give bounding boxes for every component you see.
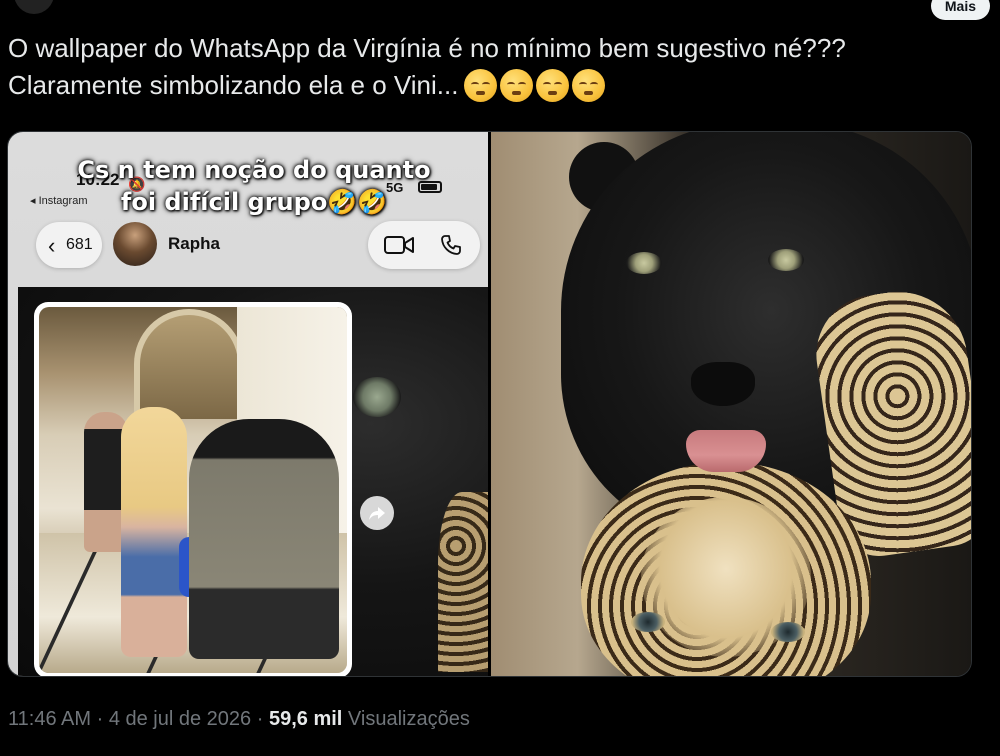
chevron-left-icon: ‹ [48,233,56,258]
panther-eye-wallpaper [353,377,401,417]
forward-icon [360,496,394,530]
phone-call-icon [441,235,461,255]
panther-eye-right [768,249,804,271]
face-exhaling-icon [500,68,534,102]
media-image-panther-leopard[interactable] [491,132,971,676]
story-caption: Cs n tem noção do quanto foi difícil gru… [44,154,464,218]
author-avatar[interactable] [14,0,54,14]
story-caption-line-2: foi difícil grupo🤣🤣 [120,188,388,216]
tweet-text-line-2-text: Claramente simbolizando ela e o Vini... [8,70,459,100]
face-exhaling-icon [536,68,570,102]
leopard-fur-wallpaper [438,492,488,672]
meta-separator-2: · [256,708,264,730]
story-caption-line-1: Cs n tem noção do quanto [77,156,431,184]
leopard-eye-left [631,612,665,632]
meta-separator: · [96,708,104,730]
tweet-media[interactable]: 10:22 🔕 ◂ Instagram 5G Cs n tem noção do… [7,131,972,677]
call-actions [368,221,480,269]
photo-person-blonde [121,407,187,657]
photo-arch [134,309,244,419]
panther-tongue [686,430,766,472]
contact-name: Rapha [168,234,220,253]
tweet-text-line-2: Claramente simbolizando ela e o Vini... [8,67,988,106]
views-count: 59,6 mil [268,708,343,730]
tweet-meta: 11:46 AM · 4 de jul de 2026 · 59,6 mil V… [8,708,470,731]
tweet-text: O wallpaper do WhatsApp da Virgínia é no… [8,30,988,106]
face-exhaling-icon [464,68,498,102]
back-button: ‹ 681 [36,222,102,268]
media-image-whatsapp-screenshot[interactable]: 10:22 🔕 ◂ Instagram 5G Cs n tem noção do… [8,132,488,676]
face-exhaling-icon [572,68,606,102]
leopard-eye-right [771,622,805,642]
panther-eye-left [626,252,662,274]
more-button[interactable]: Mais [930,0,990,20]
views-label: Visualizações [347,708,470,730]
tweet-time[interactable]: 11:46 AM [8,708,91,730]
shared-photo [34,302,352,676]
photo-person-man [189,419,339,659]
tweet-text-line-1: O wallpaper do WhatsApp da Virgínia é no… [8,33,846,63]
tweet-date[interactable]: 4 de jul de 2026 [109,708,251,730]
contact-avatar [113,222,157,266]
chat-header: ‹ 681 Rapha [18,221,488,284]
emoji-row [464,68,608,106]
video-call-icon [384,236,414,254]
unread-count: 681 [66,236,93,253]
panther-nose [691,362,755,406]
